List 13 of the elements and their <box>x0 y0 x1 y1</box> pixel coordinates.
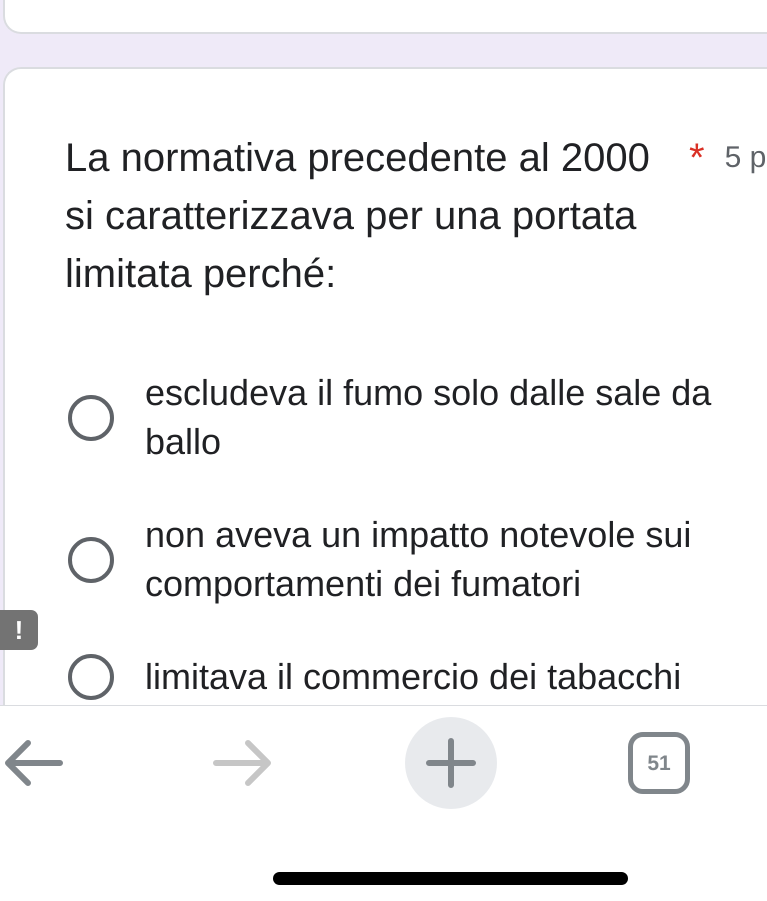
alert-badge[interactable]: ! <box>0 610 38 650</box>
radio-button[interactable] <box>68 536 114 582</box>
option-label[interactable]: escludeva il fumo solo dalle sale da ballo <box>145 369 745 466</box>
question-text: La normativa precedente al 2000 si caratterizzava per una portata limitata perché: <box>65 135 651 298</box>
radio-button[interactable] <box>68 394 114 440</box>
plus-icon <box>426 738 476 788</box>
back-arrow-icon[interactable] <box>5 740 63 786</box>
required-asterisk: * <box>689 135 705 182</box>
radio-button[interactable] <box>68 654 114 700</box>
option-label[interactable]: limitava il commercio dei tabacchi <box>145 653 745 702</box>
tab-count-button[interactable]: 51 <box>628 732 690 794</box>
option-label[interactable]: non aveva un impatto notevole sui comportamenti dei fumatori <box>145 511 745 608</box>
points-label: 5 p <box>724 140 766 176</box>
